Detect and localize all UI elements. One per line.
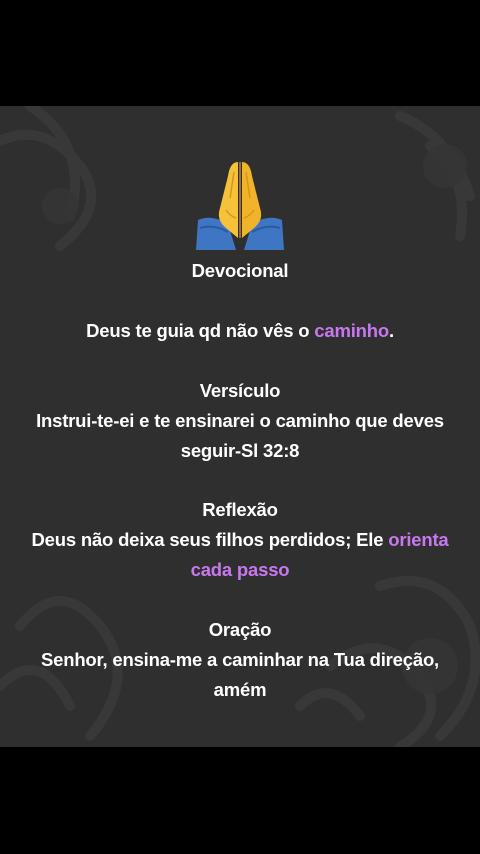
devotional-card: Devocional Deus te guia qd não vês o cam… <box>0 106 480 747</box>
prayer-text-line-1: Senhor, ensina-me a caminhar na Tua dire… <box>41 649 439 670</box>
verse-heading: Versículo <box>199 380 281 401</box>
reflection-highlight: orienta <box>388 529 449 550</box>
devotional-title: Devocional <box>191 260 289 281</box>
screen: Devocional Deus te guia qd não vês o cam… <box>0 0 480 854</box>
headline-punctuation: . <box>388 320 394 341</box>
verse-text-line-2: seguir-Sl 32:8 <box>180 440 300 461</box>
reflection-heading: Reflexão <box>202 499 278 520</box>
headline-highlight: caminho <box>314 320 389 341</box>
prayer-text-line-2: amém <box>213 679 267 700</box>
verse-text-line-1: Instrui-te-ei e te ensinarei o caminho q… <box>36 410 444 431</box>
reflection-text: Deus não deixa seus filhos perdidos; Ele <box>31 529 389 550</box>
reflection-text-line-1: Deus não deixa seus filhos perdidos; Ele… <box>0 529 480 551</box>
headline-text: Deus te guia qd não vês o <box>86 320 315 341</box>
prayer-heading: Oração <box>208 619 272 640</box>
reflection-text-line-2: cada passo <box>190 559 290 580</box>
folded-hands-icon <box>190 158 290 250</box>
headline: Deus te guia qd não vês o caminho. <box>0 320 480 342</box>
